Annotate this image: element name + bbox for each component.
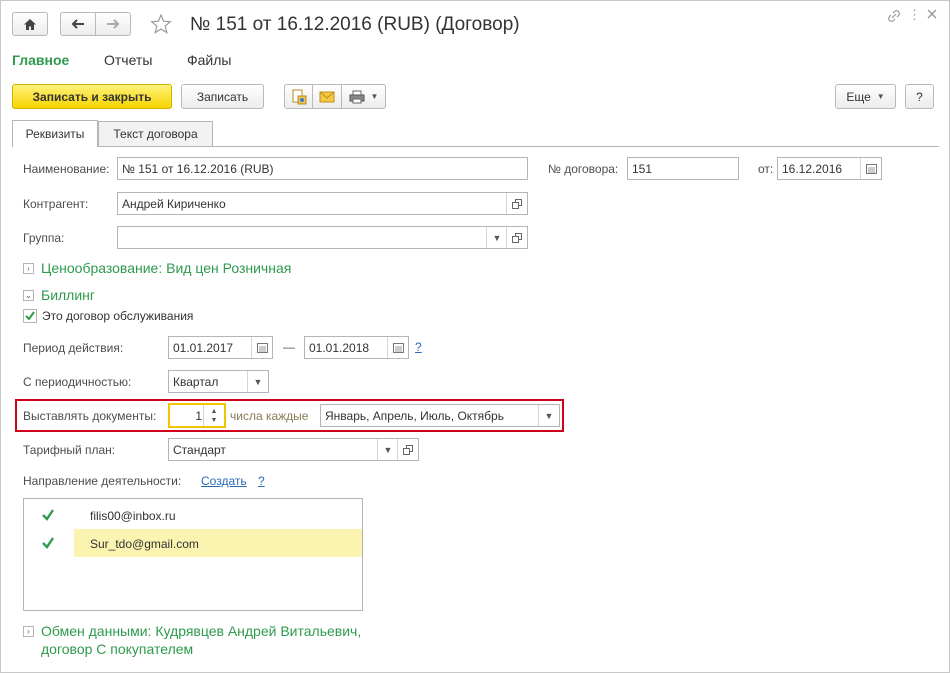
direction-label: Направление деятельности: <box>23 474 182 488</box>
counterparty-value: Андрей Кириченко <box>122 196 226 211</box>
create-based-on-button[interactable] <box>284 84 313 109</box>
document-window: № 151 от 16.12.2016 (RUB) (Договор) ⋮ Гл… <box>0 0 950 673</box>
close-icon[interactable] <box>925 7 939 24</box>
counterparty-label: Контрагент: <box>23 197 89 211</box>
issue-months-value: Январь, Апрель, Июль, Октябрь <box>325 408 504 423</box>
printer-icon <box>349 90 365 103</box>
periodicity-select[interactable]: Квартал ▼ <box>168 370 269 393</box>
service-contract-checkbox[interactable]: Это договор обслуживания <box>23 309 193 323</box>
contract-number-value: 151 <box>632 161 653 176</box>
tab-details[interactable]: Реквизиты <box>12 120 98 147</box>
issue-months-select[interactable]: Январь, Апрель, Июль, Октябрь ▼ <box>320 404 560 427</box>
page-title: № 151 от 16.12.2016 (RUB) (Договор) <box>190 14 520 35</box>
menu-main[interactable]: Главное <box>12 52 69 68</box>
create-link[interactable]: Создать <box>201 474 247 488</box>
back-button[interactable] <box>60 12 96 36</box>
tariff-select[interactable]: Стандарт ▼ <box>168 438 419 461</box>
date-input[interactable]: 16.12.2016 <box>777 157 882 180</box>
email-item-label: filis00@inbox.ru <box>90 509 176 523</box>
save-and-close-button[interactable]: Записать и закрыть <box>12 84 172 109</box>
more-dots-icon[interactable]: ⋮ <box>908 7 921 23</box>
chevron-down-icon: ▼ <box>876 92 885 101</box>
name-value: № 151 от 16.12.2016 (RUB) <box>122 161 274 176</box>
periodicity-label: С периодичностью: <box>23 375 132 389</box>
envelope-icon <box>319 91 335 102</box>
counterparty-input[interactable]: Андрей Кириченко <box>117 192 528 215</box>
issue-day-value: 1 <box>195 408 202 423</box>
issue-middle-text: числа каждые <box>230 409 309 423</box>
open-icon[interactable] <box>397 439 418 460</box>
forward-button[interactable] <box>95 12 131 36</box>
periodicity-value: Квартал <box>173 374 219 389</box>
collapse-icon: ⌄ <box>23 289 34 301</box>
date-value: 16.12.2016 <box>782 161 843 176</box>
arrow-left-icon <box>71 19 84 29</box>
period-label: Период действия: <box>23 341 124 355</box>
group-select[interactable]: ▼ <box>117 226 528 249</box>
checkmark-icon[interactable] <box>41 536 55 550</box>
service-contract-label: Это договор обслуживания <box>42 309 194 323</box>
expand-icon: › <box>23 262 34 274</box>
name-input[interactable]: № 151 от 16.12.2016 (RUB) <box>117 157 528 180</box>
print-button[interactable]: ▼ <box>341 84 386 109</box>
period-from-value: 01.01.2017 <box>173 340 234 355</box>
checkmark-icon <box>23 309 37 323</box>
pricing-section[interactable]: › Ценообразование: Вид цен Розничная <box>23 260 291 276</box>
list-item[interactable]: filis00@inbox.ru <box>24 501 362 529</box>
list-item[interactable]: Sur_tdo@gmail.com <box>24 529 362 557</box>
arrow-right-icon <box>107 19 120 29</box>
chevron-down-icon[interactable]: ▼ <box>486 227 507 248</box>
direction-list: filis00@inbox.ru Sur_tdo@gmail.com <box>23 498 363 611</box>
more-actions-label: Еще <box>846 89 871 104</box>
issue-day-input[interactable]: 1 ▲ ▼ <box>168 403 226 428</box>
period-dash: — <box>283 340 295 354</box>
period-to-value: 01.01.2018 <box>309 340 370 355</box>
chevron-down-icon[interactable]: ▼ <box>538 405 559 426</box>
chevron-down-icon[interactable]: ▼ <box>377 439 398 460</box>
tab-contract-text[interactable]: Текст договора <box>98 121 213 146</box>
send-email-button[interactable] <box>312 84 342 109</box>
direction-help-link[interactable]: ? <box>258 474 265 488</box>
chevron-down-icon: ▼ <box>370 92 379 101</box>
email-item-label: Sur_tdo@gmail.com <box>90 537 199 551</box>
name-label: Наименование: <box>23 162 110 176</box>
billing-section[interactable]: ⌄ Биллинг <box>23 287 95 303</box>
calendar-icon[interactable] <box>860 158 881 179</box>
exchange-section-line1: Обмен данными: Кудрявцев Андрей Витальев… <box>41 623 362 639</box>
period-to-input[interactable]: 01.01.2018 <box>304 336 409 359</box>
chevron-down-icon[interactable]: ▼ <box>247 371 268 392</box>
save-button[interactable]: Записать <box>181 84 264 109</box>
menu-reports[interactable]: Отчеты <box>104 52 152 68</box>
date-label: от: <box>758 162 774 176</box>
exchange-section[interactable]: › Обмен данными: Кудрявцев Андрей Виталь… <box>23 622 361 658</box>
issue-documents-label: Выставлять документы: <box>23 409 157 423</box>
favorite-star-icon[interactable] <box>150 13 172 38</box>
expand-icon: › <box>23 626 34 637</box>
billing-section-title: Биллинг <box>41 287 96 303</box>
open-icon[interactable] <box>506 227 527 248</box>
group-label: Группа: <box>23 231 65 245</box>
open-icon[interactable] <box>506 193 527 214</box>
menu-files[interactable]: Файлы <box>187 52 231 68</box>
pricing-section-title: Ценообразование: Вид цен Розничная <box>41 260 292 276</box>
tab-divider <box>12 146 939 147</box>
home-icon <box>24 18 36 30</box>
calendar-icon[interactable] <box>387 337 408 358</box>
document-add-icon <box>292 89 306 104</box>
link-icon[interactable] <box>887 9 901 26</box>
contract-number-input[interactable]: 151 <box>627 157 739 180</box>
home-button[interactable] <box>12 12 48 36</box>
period-from-input[interactable]: 01.01.2017 <box>168 336 273 359</box>
contract-number-label: № договора: <box>548 162 619 176</box>
exchange-section-line2: договор С покупателем <box>41 641 194 657</box>
tariff-value: Стандарт <box>173 442 226 457</box>
period-help-link[interactable]: ? <box>415 340 422 354</box>
calendar-icon[interactable] <box>251 337 272 358</box>
more-actions-button[interactable]: Еще ▼ <box>835 84 896 109</box>
stepper-icon[interactable]: ▲ ▼ <box>203 405 224 426</box>
tariff-label: Тарифный план: <box>23 443 116 457</box>
checkmark-icon[interactable] <box>41 508 55 522</box>
help-button[interactable]: ? <box>905 84 934 109</box>
